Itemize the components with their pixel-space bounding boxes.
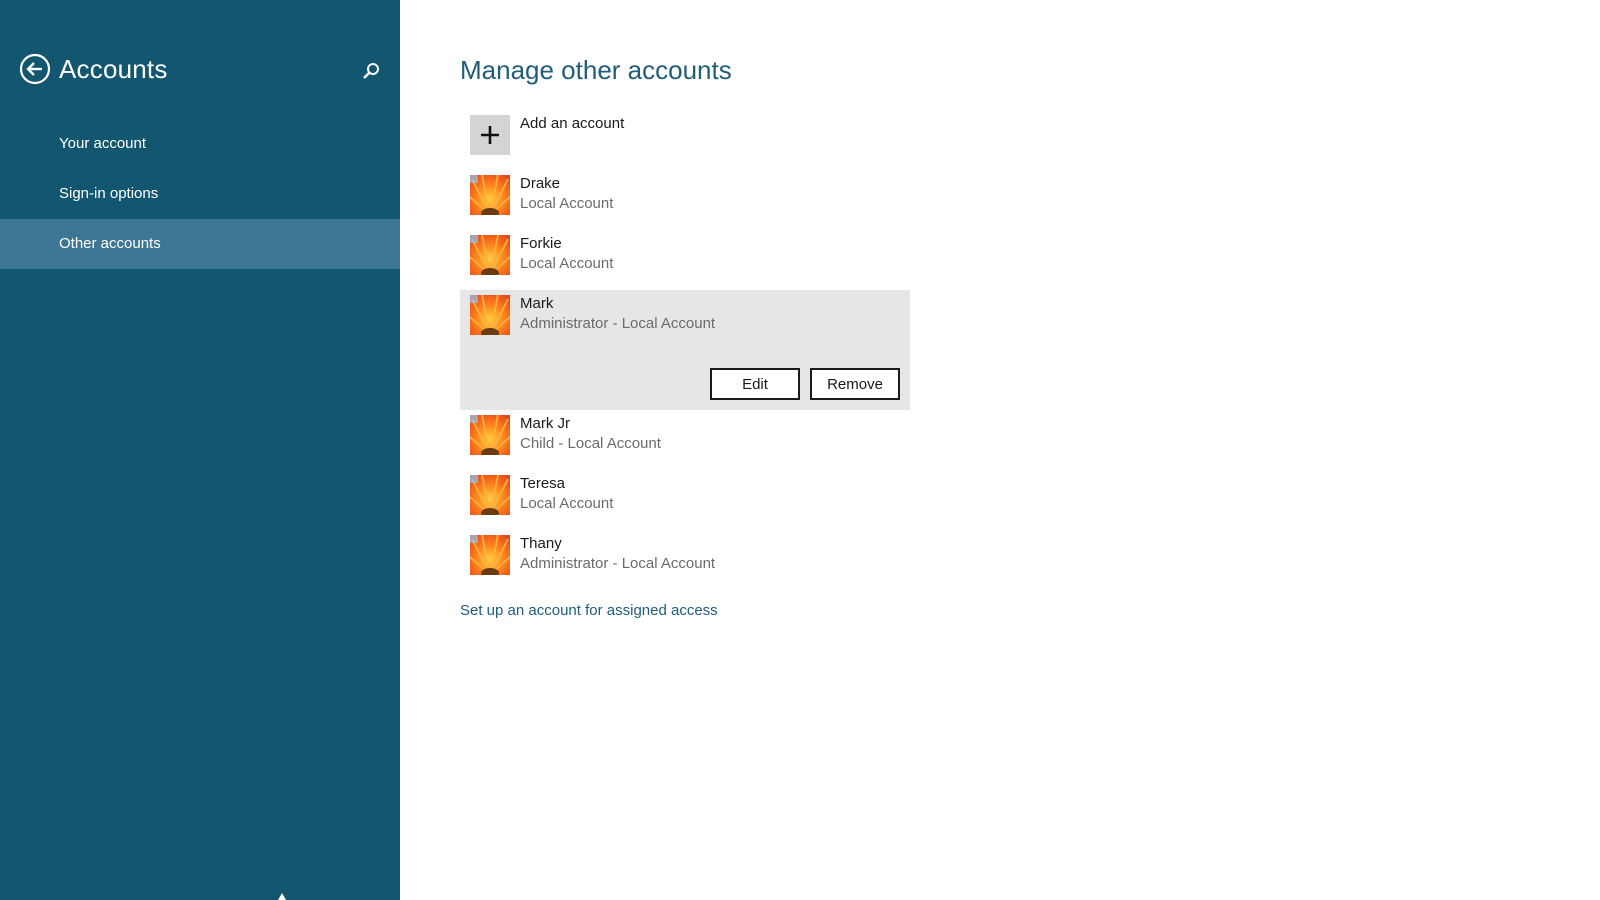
avatar [470,415,510,455]
account-row-mark[interactable]: Mark Administrator - Local Account Edit … [460,290,910,410]
add-account-button[interactable]: Add an account [460,113,910,159]
account-type: Child - Local Account [520,435,661,452]
avatar [470,475,510,515]
account-name: Mark Jr [520,415,570,432]
account-row-drake[interactable]: Drake Local Account [460,170,910,230]
account-type: Administrator - Local Account [520,555,716,572]
account-name: Drake [520,175,561,192]
account-name: Mark [520,295,554,312]
remove-button[interactable]: Remove [810,368,900,400]
search-button[interactable] [360,60,382,82]
back-arrow-icon [19,53,51,85]
search-icon [363,63,379,79]
account-row-mark-jr[interactable]: Mark Jr Child - Local Account [460,410,910,470]
account-list: Drake Local Account Forkie Local Account… [460,170,910,590]
sidebar-item-your-account[interactable]: Your account [0,119,400,169]
account-type: Local Account [520,195,614,212]
sidebar: Accounts Your account Sign-in options Ot… [0,0,400,900]
account-row-forkie[interactable]: Forkie Local Account [460,230,910,290]
account-row-teresa[interactable]: Teresa Local Account [460,470,910,530]
account-type: Local Account [520,495,614,512]
plus-icon [481,126,499,144]
back-button[interactable] [19,53,51,85]
edit-button[interactable]: Edit [710,368,800,400]
add-account-label: Add an account [520,115,625,132]
mouse-cursor [278,893,286,900]
avatar [470,535,510,575]
account-name: Forkie [520,235,562,252]
account-type: Administrator - Local Account [520,315,716,332]
account-type: Local Account [520,255,614,272]
avatar [470,175,510,215]
sidebar-item-sign-in-options[interactable]: Sign-in options [0,169,400,219]
avatar [470,295,510,335]
avatar [470,235,510,275]
main-content: Manage other accounts Add an account Dra… [400,0,1600,900]
account-row-thany[interactable]: Thany Administrator - Local Account [460,530,910,590]
account-name: Teresa [520,475,566,492]
add-account-tile [470,115,510,155]
page-title: Manage other accounts [460,55,732,85]
assigned-access-link[interactable]: Set up an account for assigned access [460,602,718,619]
account-actions: Edit Remove [710,368,900,400]
sidebar-item-other-accounts[interactable]: Other accounts [0,219,400,269]
sidebar-nav: Your account Sign-in options Other accou… [0,119,400,269]
sidebar-title: Accounts [59,54,168,84]
account-name: Thany [520,535,562,552]
